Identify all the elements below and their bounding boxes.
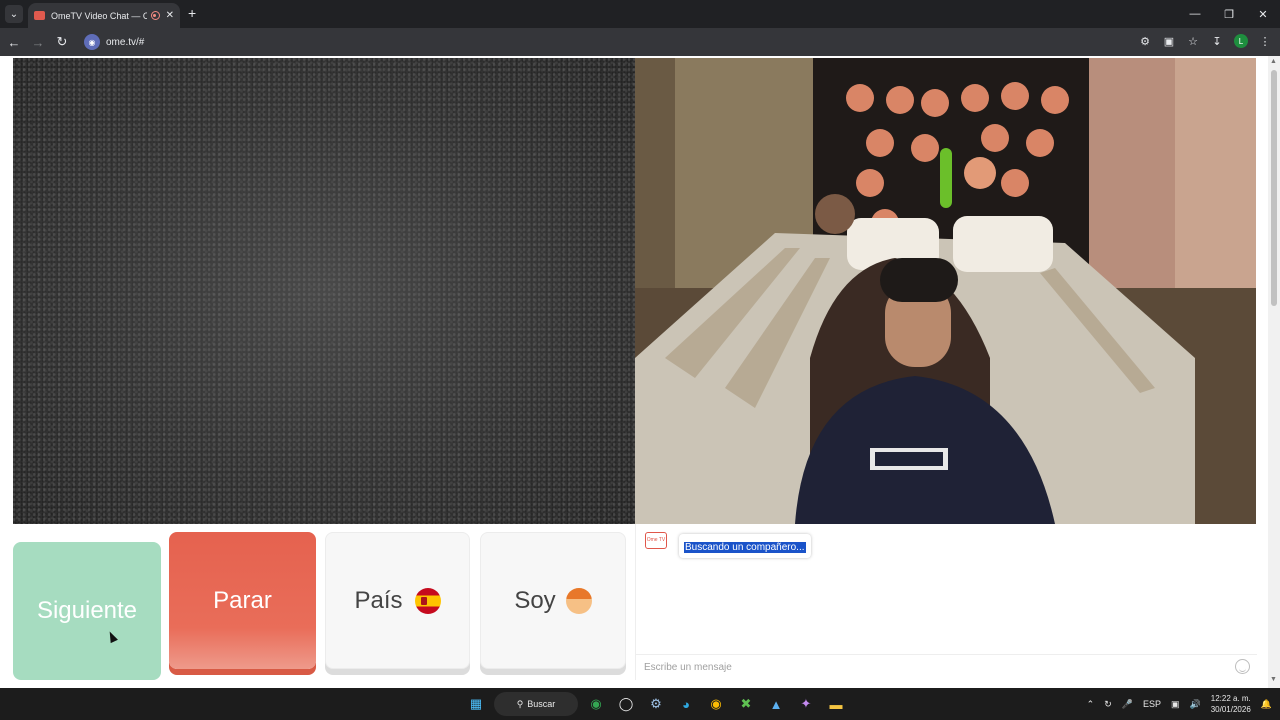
microphone-icon[interactable]: 🎤 [1122,699,1133,710]
page-gutter [0,56,13,688]
chrome-icon[interactable]: ◉ [584,692,608,716]
browser-tab-ometv[interactable]: OmeTV Video Chat — Ome ✕ [28,3,180,28]
forward-arrow-icon[interactable]: → [30,34,46,50]
obs-icon[interactable]: ◯ [614,692,638,716]
chat-status-text: Buscando un compañero... [684,542,806,553]
ometv-page: Siguiente Parar País Soy Ome TV Buscando… [0,56,1280,688]
taskbar-clock[interactable]: 12:22 a. m. 30/01/2026 [1211,693,1251,715]
file-explorer-icon[interactable]: ▬ [824,692,848,716]
taskbar-apps: ▦ ⚲ Buscar ◉ ◯ ⚙ ◕ ◉ ✖ ▲ ✦ ▬ [464,692,848,716]
emoji-smiley-icon[interactable] [1235,659,1250,674]
profile-avatar[interactable]: L [1234,34,1248,48]
message-input[interactable]: Escribe un mensaje [636,654,1257,680]
scroll-down-icon[interactable]: ▼ [1270,676,1277,683]
taskbar-search[interactable]: ⚲ Buscar [494,692,578,716]
ometv-favicon-icon [34,11,45,20]
page-scrollbar[interactable]: ▲ ▼ [1268,56,1280,688]
close-window-icon[interactable]: ✕ [1246,0,1280,28]
cast-icon[interactable]: ▣ [1162,33,1176,49]
sync-icon[interactable]: ↻ [1104,699,1112,710]
tab-title: OmeTV Video Chat — Ome [51,10,147,21]
language-indicator[interactable]: ESP [1143,699,1161,709]
gender-button[interactable]: Soy [480,532,626,669]
back-arrow-icon[interactable]: ← [6,34,22,50]
boy-emoji-icon [565,587,592,614]
system-tray: ⌃ ↻ 🎤 ESP ▣ 🔊 12:22 a. m. 30/01/2026 🔔 [1087,688,1272,720]
taskbar-search-label: Buscar [527,699,556,709]
spain-flag-icon [414,587,441,614]
self-video [635,58,1256,524]
search-icon: ⚲ [516,698,524,709]
windows-taskbar: ▦ ⚲ Buscar ◉ ◯ ⚙ ◕ ◉ ✖ ▲ ✦ ▬ ⌃ ↻ 🎤 ESP ▣… [0,688,1280,720]
windows-start-icon[interactable]: ▦ [464,692,488,716]
self-video-scene [635,58,1256,524]
clock-date: 30/01/2026 [1210,705,1251,714]
tray-chevron-up-icon[interactable]: ⌃ [1087,699,1095,710]
photos-icon[interactable]: ▲ [764,692,788,716]
translate-icon[interactable]: ⚙ [1138,33,1152,49]
country-button[interactable]: País [325,532,470,669]
minimize-icon[interactable]: — [1178,0,1212,28]
address-bar[interactable]: ◉ ome.tv/# [78,31,1130,53]
partner-video-static [13,58,635,524]
volume-icon[interactable]: 🔊 [1190,699,1201,710]
country-label: País [354,586,403,614]
network-icon[interactable]: ▣ [1171,699,1180,710]
browser-toolbar: ← → ↻ ◉ ome.tv/# ⚙ ▣ ☆ ↧ L ⋮ [0,28,1280,56]
gender-label: Soy [514,586,556,614]
ometv-logo-icon: Ome TV [645,532,667,549]
chat-status-message: Buscando un compañero... [679,534,811,558]
url-text: ome.tv/# [106,36,145,48]
chrome-alt-icon[interactable]: ◉ [704,692,728,716]
copilot-icon[interactable]: ✦ [794,692,818,716]
chat-panel: Ome TV Buscando un compañero... Escribe … [635,524,1257,680]
new-tab-icon[interactable]: + [188,5,196,21]
recording-indicator-icon [150,11,160,20]
scroll-up-icon[interactable]: ▲ [1270,58,1277,65]
tab-close-icon[interactable]: ✕ [166,10,174,21]
edge-icon[interactable]: ◕ [674,692,698,716]
xbox-icon[interactable]: ✖ [734,692,758,716]
download-icon[interactable]: ↧ [1210,33,1224,49]
clock-time: 12:22 a. m. [1210,694,1251,703]
notification-bell-icon[interactable]: 🔔 [1261,699,1272,710]
window-controls: — ❐ ✕ [1178,0,1280,28]
scroll-thumb[interactable] [1271,70,1277,306]
next-button[interactable]: Siguiente [13,542,161,680]
stop-button[interactable]: Parar [169,532,316,669]
site-info-icon[interactable]: ◉ [84,34,100,50]
bookmark-star-icon[interactable]: ☆ [1186,33,1200,49]
reload-icon[interactable]: ↻ [54,34,70,50]
menu-kebab-icon[interactable]: ⋮ [1258,33,1272,49]
toolbar-right-actions: ⚙ ▣ ☆ ↧ L ⋮ [1138,33,1272,49]
browser-tab-strip: ⌄ OmeTV Video Chat — Ome ✕ + — ❐ ✕ [0,0,1280,28]
tab-search-chevron-icon[interactable]: ⌄ [5,5,23,23]
restore-icon[interactable]: ❐ [1212,0,1246,28]
steam-icon[interactable]: ⚙ [644,692,668,716]
